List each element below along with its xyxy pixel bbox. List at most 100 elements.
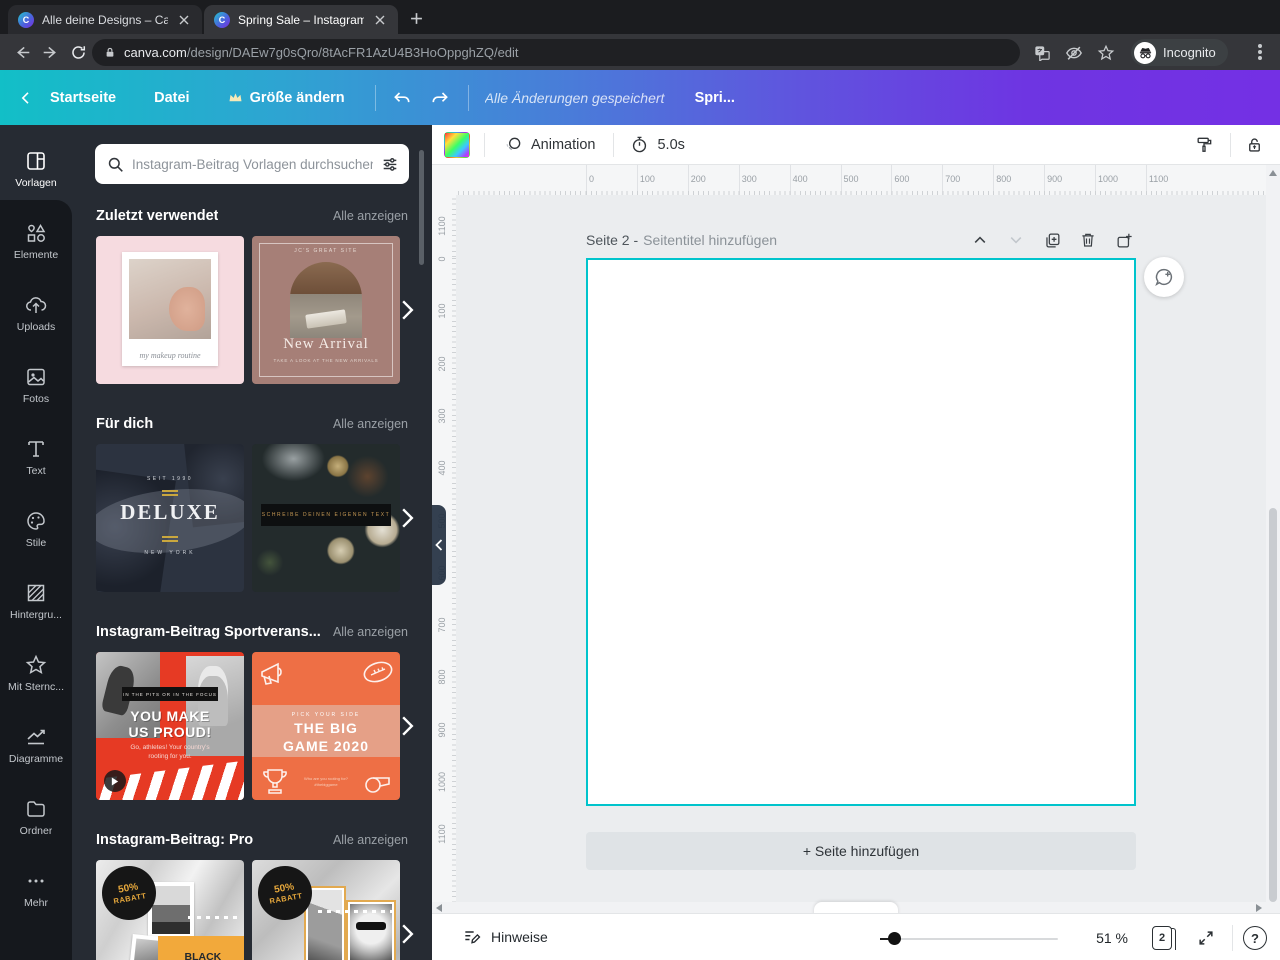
ruler-tick-label: 600 (891, 165, 910, 195)
add-page-icon-button[interactable] (1112, 228, 1136, 252)
reload-icon[interactable] (64, 38, 92, 66)
section-header: Instagram-Beitrag: Pro Alle anzeigen (96, 832, 408, 848)
scroll-up-arrow[interactable] (1269, 170, 1277, 176)
sidebar-item-vorlagen[interactable]: Vorlagen (0, 138, 72, 200)
undo-icon[interactable] (388, 84, 416, 112)
ruler-tick-label: 400 (437, 460, 447, 476)
notes-icon (465, 931, 481, 944)
design-page-canvas[interactable] (586, 258, 1136, 806)
browser-tab-2-active[interactable]: C Spring Sale – Instagram-Be (204, 5, 398, 34)
lock-icon (1249, 137, 1260, 152)
canva-favicon: C (214, 11, 230, 28)
sidebar-item-elemente[interactable]: Elemente (0, 210, 72, 272)
help-button[interactable]: ? (1243, 926, 1267, 950)
scroll-right-arrow[interactable] (1256, 904, 1262, 912)
zoom-slider-track[interactable] (880, 938, 1058, 940)
redo-icon[interactable] (426, 84, 454, 112)
sidebar-item-hintergrund[interactable]: Hintergru... (0, 570, 72, 632)
charts-icon (27, 729, 45, 745)
tab-close-icon[interactable] (176, 12, 192, 28)
ruler-tick-label: 300 (437, 408, 447, 424)
lock-button[interactable] (1245, 135, 1264, 155)
template-thumbnail-deluxe[interactable]: SEIT 1990 DELUXE NEW YORK (96, 444, 244, 592)
collapse-panel-button[interactable] (432, 505, 446, 585)
resize-button[interactable]: Größe ändern (218, 82, 355, 114)
bookmark-star-icon[interactable] (1092, 39, 1120, 67)
ruler-tick-label: 0 (437, 256, 447, 262)
back-home-icon[interactable] (12, 84, 40, 112)
move-page-down-button[interactable] (1004, 228, 1028, 252)
fullscreen-button[interactable] (1196, 928, 1216, 948)
template-thumbnail-black-friday[interactable]: 50%RABATT BLACKFRIDAYANGEBOT (96, 860, 244, 960)
carousel-next-button[interactable] (396, 503, 418, 533)
sidebar-item-ordner[interactable]: Ordner (0, 786, 72, 848)
scroll-left-arrow[interactable] (436, 904, 442, 912)
notes-button[interactable]: Hinweise (462, 927, 548, 947)
resize-label: Größe ändern (249, 89, 345, 106)
carousel-next-button[interactable] (396, 711, 418, 741)
search-input[interactable] (132, 156, 373, 172)
carousel-next-button[interactable] (396, 295, 418, 325)
url-bar[interactable]: canva.com/design/DAEw7g0sQro/8tAcFR1AzU4… (92, 39, 1020, 66)
filter-sliders-icon[interactable] (381, 155, 399, 173)
see-all-link[interactable]: Alle anzeigen (333, 209, 408, 223)
carousel-next-button[interactable] (396, 919, 418, 949)
eye-off-icon[interactable] (1060, 39, 1088, 67)
browser-tab-1[interactable]: C Alle deine Designs – Canva (8, 5, 202, 34)
sidebar-item-text[interactable]: Text (0, 426, 72, 488)
template-thumbnail-makeup[interactable]: my makeup routine (96, 236, 244, 384)
page-count-button[interactable]: 2 (1152, 926, 1176, 950)
add-page-button[interactable]: + Seite hinzufügen (586, 832, 1136, 870)
duration-button[interactable]: 5.0s (630, 135, 685, 154)
file-menu-button[interactable]: Datei (144, 82, 199, 114)
sidebar-item-fotos[interactable]: Fotos (0, 354, 72, 416)
translate-icon[interactable] (1028, 39, 1056, 67)
home-label: Startseite (50, 89, 117, 106)
url-text: canva.com/design/DAEw7g0sQro/8tAcFR1AzU4… (124, 45, 519, 60)
template-thumbnail-sports[interactable]: IN THE PITS OR IN THE FOCUS YOU MAKE US P… (96, 652, 244, 800)
comment-button[interactable] (1144, 257, 1184, 297)
copy-style-button[interactable] (1194, 135, 1214, 155)
template-search-box[interactable] (95, 144, 409, 184)
sidebar-item-stile[interactable]: Stile (0, 498, 72, 560)
zoom-slider-knob[interactable] (888, 932, 901, 945)
new-tab-button[interactable] (406, 8, 426, 28)
background-color-swatch[interactable] (444, 131, 470, 158)
see-all-link[interactable]: Alle anzeigen (333, 625, 408, 639)
section-title: Instagram-Beitrag: Pro (96, 832, 254, 848)
url-path: /design/DAEw7g0sQro/8tAcFR1AzU4B3HoOppgh… (186, 45, 519, 60)
vertical-scroll-thumb[interactable] (1269, 508, 1277, 902)
design-title[interactable]: Spri... (685, 82, 741, 114)
template-thumbnail-new-arrival[interactable]: JC'S GREAT SITE New Arrival TAKE A LOOK … (252, 236, 400, 384)
move-page-up-button[interactable] (968, 228, 992, 252)
home-button[interactable]: Startseite (40, 82, 126, 114)
see-all-link[interactable]: Alle anzeigen (333, 417, 408, 431)
templates-icon (27, 152, 45, 170)
animation-icon (506, 137, 521, 150)
editor-header: Startseite Datei Größe ändern Alle Änder… (0, 70, 1280, 188)
animation-label: Animation (531, 136, 596, 153)
forward-icon[interactable] (36, 38, 64, 66)
template-thumbnail-pro-sale[interactable]: 50% RABATT (252, 860, 400, 960)
ruler-tick-label: 100 (437, 303, 447, 319)
ruler-tick-label: 200 (437, 356, 447, 372)
see-all-link[interactable]: Alle anzeigen (333, 833, 408, 847)
delete-page-button[interactable] (1076, 228, 1100, 252)
ruler-tick-label: 1100 (437, 824, 447, 844)
sidebar-item-mehr[interactable]: Mehr (0, 858, 72, 920)
template-thumbnail-food[interactable]: SCHREIBE DEINEN EIGENEN TEXT (252, 444, 400, 592)
panel-scrollbar[interactable] (419, 150, 424, 265)
tab-close-icon[interactable] (372, 12, 388, 28)
styles-palette-icon (27, 512, 45, 530)
page-title-placeholder[interactable]: Seitentitel hinzufügen (643, 232, 777, 248)
animation-button[interactable]: Animation (503, 135, 595, 155)
duplicate-page-button[interactable] (1040, 228, 1064, 252)
back-icon[interactable] (8, 38, 36, 66)
sidebar-item-mit-sternchen[interactable]: Mit Sternc... (0, 642, 72, 704)
tab-title: Spring Sale – Instagram-Be (238, 12, 364, 27)
sidebar-item-diagramme[interactable]: Diagramme (0, 714, 72, 776)
template-thumbnail-big-game[interactable]: PICK YOUR SIDE THE BIG GAME 2020 Who are … (252, 652, 400, 800)
sidebar-item-uploads[interactable]: Uploads (0, 282, 72, 344)
browser-menu-icon[interactable] (1252, 44, 1268, 60)
ruler-tick-label: 0 (585, 165, 595, 195)
